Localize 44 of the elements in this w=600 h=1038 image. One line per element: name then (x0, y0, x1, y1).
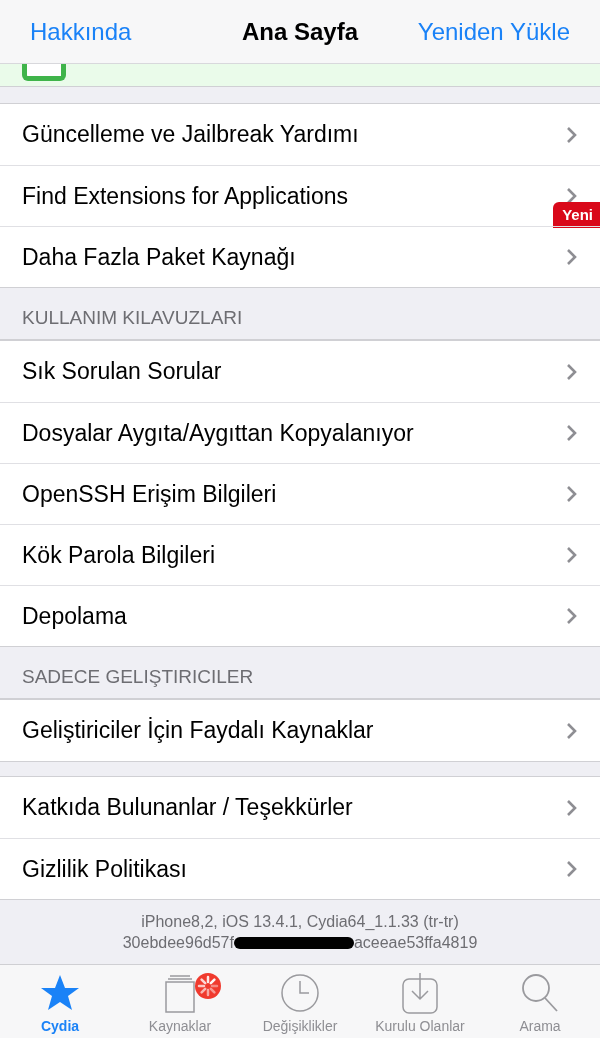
row-label: Sık Sorulan Sorular (22, 358, 222, 385)
chevron-icon (566, 607, 578, 625)
chevron-icon (566, 798, 578, 817)
device-id-end: aceeae53ffa4819 (353, 933, 478, 952)
download-icon (399, 972, 441, 1014)
row-label: Güncelleme ve Jailbreak Yardımı (22, 121, 359, 148)
chevron-icon (566, 248, 578, 266)
menu-row[interactable]: Güncelleme ve Jailbreak Yardımı (0, 104, 600, 165)
new-badge: Yeni (553, 202, 600, 228)
menu-row[interactable]: Dosyalar Aygıta/Aygıttan Kopyalanıyor (0, 402, 600, 463)
row-label: Dosyalar Aygıta/Aygıttan Kopyalanıyor (22, 419, 414, 447)
device-id-start: 30ebdee96d57f (122, 933, 234, 952)
clock-icon (279, 972, 321, 1014)
about-button[interactable]: Hakkında (30, 17, 132, 46)
chevron-icon (566, 125, 578, 144)
menu-row[interactable]: Sık Sorulan Sorular (0, 341, 600, 402)
menu-row[interactable]: Find Extensions for Applications Yeni (0, 165, 600, 226)
chevron-icon (566, 187, 578, 205)
tab[interactable]: Cydia (0, 965, 120, 1038)
row-label: Depolama (22, 602, 127, 630)
chevron-icon (566, 485, 578, 503)
page-title: Ana Sayfa (241, 17, 359, 46)
chevron-icon (566, 362, 578, 381)
row-label: OpenSSH Erişim Bilgileri (22, 480, 277, 508)
chevron-icon (566, 424, 578, 442)
menu-row[interactable]: OpenSSH Erişim Bilgileri (0, 463, 600, 524)
row-label: Gizlilik Politikası (22, 855, 187, 883)
menu-row[interactable]: Katkıda Bulunanlar / Teşekkürler (0, 777, 600, 838)
menu-row[interactable]: Depolama (0, 585, 600, 646)
row-label: Kök Parola Bilgileri (22, 541, 216, 569)
menu-row[interactable]: Daha Fazla Paket Kaynağı (0, 226, 600, 287)
chevron-icon (566, 721, 578, 740)
row-label: Katkıda Bulunanlar / Teşekkürler (22, 794, 353, 821)
menu-row[interactable]: Kök Parola Bilgileri (0, 524, 600, 585)
row-label: Find Extensions for Applications (22, 182, 348, 210)
chevron-icon (566, 546, 578, 564)
menu-row[interactable]: Gizlilik Politikası (0, 838, 600, 899)
device-info: iPhone8,2, iOS 13.4.1, Cydia64_1.1.33 (tr-tr) (141, 912, 459, 931)
chevron-icon (566, 860, 578, 878)
menu-row[interactable]: Geliştiriciler İçin Faydalı Kaynaklar (0, 700, 600, 761)
row-label: Daha Fazla Paket Kaynağı (22, 243, 296, 271)
reload-button[interactable]: Yeniden Yükle (417, 17, 570, 46)
search-icon (519, 972, 561, 1014)
row-label: Geliştiriciler İçin Faydalı Kaynaklar (22, 717, 374, 744)
